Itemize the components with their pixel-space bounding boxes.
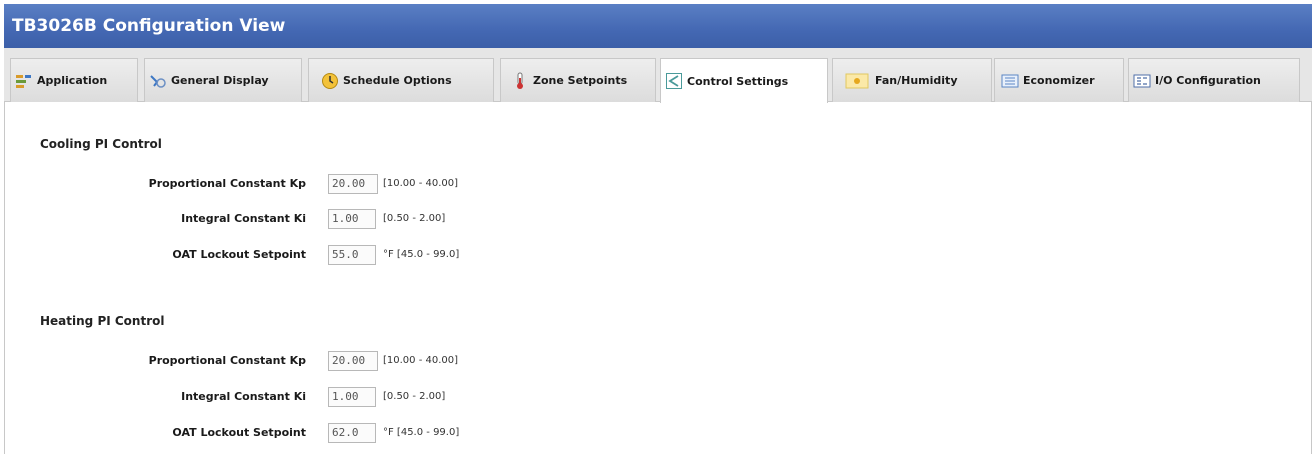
cooling-kp-row: Proportional Constant Kp 20.00 [10.00 - … xyxy=(0,172,600,196)
tab-zone-setpoints[interactable]: Zone Setpoints xyxy=(500,58,656,102)
application-icon xyxy=(15,72,33,90)
tab-label: Fan/Humidity xyxy=(875,74,958,87)
tab-strip: Application General Display Schedule Opt… xyxy=(4,48,1312,103)
cooling-oat-input[interactable]: 55.0 xyxy=(328,245,376,265)
tab-economizer[interactable]: Economizer xyxy=(994,58,1124,102)
tab-general-display[interactable]: General Display xyxy=(144,58,302,102)
io-icon xyxy=(1133,72,1151,90)
tab-label: Control Settings xyxy=(687,74,789,88)
cooling-section-title: Cooling PI Control xyxy=(40,137,162,151)
cooling-oat-row: OAT Lockout Setpoint 55.0 °F [45.0 - 99.… xyxy=(0,243,600,267)
fan-icon xyxy=(843,72,871,90)
thermometer-icon xyxy=(511,72,529,90)
range-text: [0.50 - 2.00] xyxy=(383,213,446,224)
field-label: OAT Lockout Setpoint xyxy=(172,426,306,439)
range-text: °F [45.0 - 99.0] xyxy=(383,249,460,260)
tab-label: Zone Setpoints xyxy=(533,74,628,87)
tab-io-configuration[interactable]: I/O Configuration xyxy=(1128,58,1300,102)
tab-control-settings[interactable]: Control Settings xyxy=(660,58,828,103)
cooling-ki-input[interactable]: 1.00 xyxy=(328,209,376,229)
range-text: [0.50 - 2.00] xyxy=(383,391,446,402)
tab-label: Schedule Options xyxy=(343,74,452,87)
window-title: TB3026B Configuration View xyxy=(4,4,1312,48)
heating-kp-row: Proportional Constant Kp 20.00 [10.00 - … xyxy=(0,349,600,373)
heating-kp-input[interactable]: 20.00 xyxy=(328,351,378,371)
field-label: Proportional Constant Kp xyxy=(148,354,306,367)
tab-label: General Display xyxy=(171,74,269,87)
control-icon xyxy=(665,72,683,90)
range-text: [10.00 - 40.00] xyxy=(383,355,459,366)
heating-ki-input[interactable]: 1.00 xyxy=(328,387,376,407)
range-text: °F [45.0 - 99.0] xyxy=(383,427,460,438)
range-text: [10.00 - 40.00] xyxy=(383,178,459,189)
heating-oat-input[interactable]: 62.0 xyxy=(328,423,376,443)
field-label: Proportional Constant Kp xyxy=(148,177,306,190)
tab-application[interactable]: Application xyxy=(10,58,138,102)
tab-label: Economizer xyxy=(1023,74,1095,87)
tab-fan-humidity[interactable]: Fan/Humidity xyxy=(832,58,992,102)
heating-oat-row: OAT Lockout Setpoint 62.0 °F [45.0 - 99.… xyxy=(0,421,600,445)
display-icon xyxy=(149,72,167,90)
heating-section-title: Heating PI Control xyxy=(40,314,165,328)
field-label: Integral Constant Ki xyxy=(181,390,306,403)
field-label: Integral Constant Ki xyxy=(181,212,306,225)
heating-ki-row: Integral Constant Ki 1.00 [0.50 - 2.00] xyxy=(0,385,600,409)
clock-icon xyxy=(321,72,339,90)
cooling-ki-row: Integral Constant Ki 1.00 [0.50 - 2.00] xyxy=(0,207,600,231)
tab-label: Application xyxy=(37,74,108,87)
field-label: OAT Lockout Setpoint xyxy=(172,248,306,261)
tab-schedule-options[interactable]: Schedule Options xyxy=(308,58,494,102)
cooling-kp-input[interactable]: 20.00 xyxy=(328,174,378,194)
tab-label: I/O Configuration xyxy=(1155,74,1261,87)
economizer-icon xyxy=(1001,72,1019,90)
